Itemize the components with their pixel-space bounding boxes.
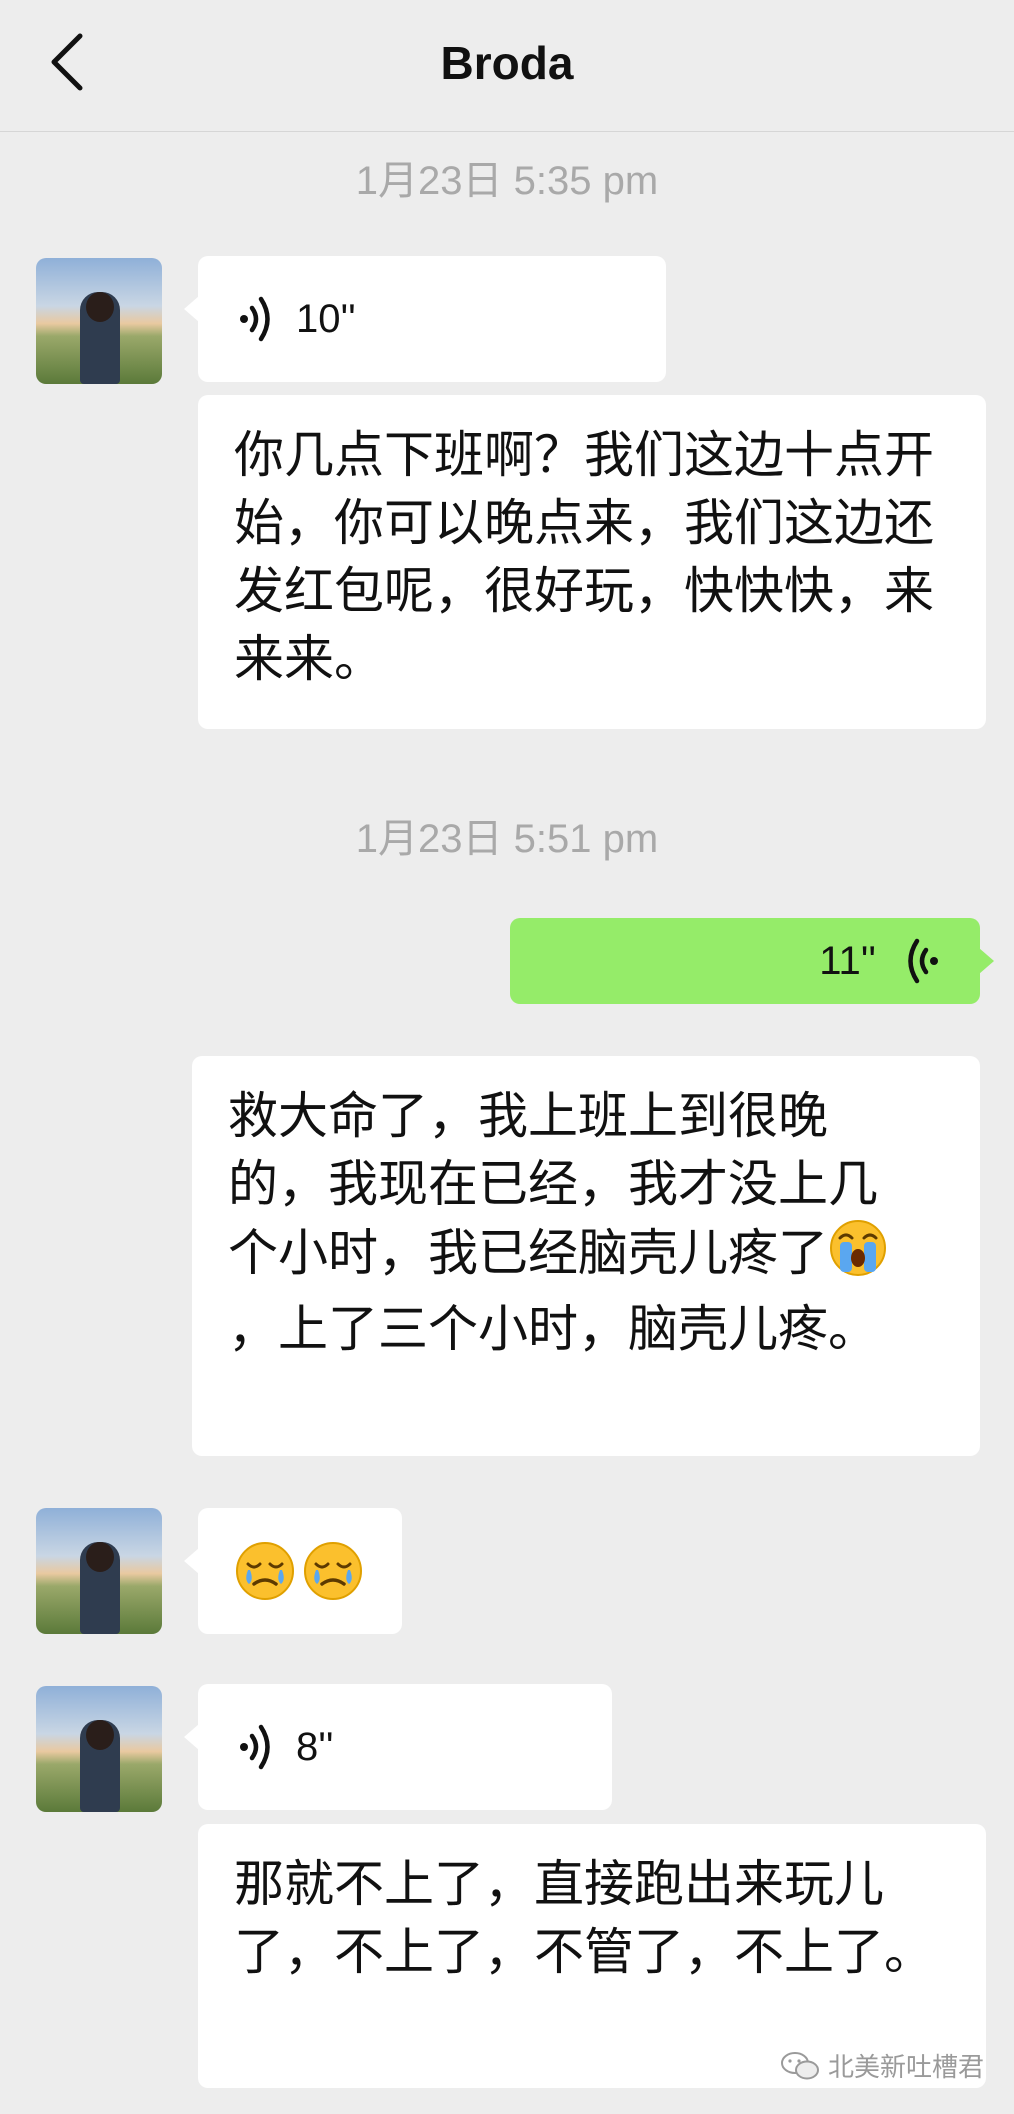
- voice-wave-icon: [240, 296, 270, 342]
- transcript-bubble[interactable]: 救大命了，我上班上到很晚的，我现在已经，我才没上几个小时，我已经脑壳儿疼了 ，上…: [192, 1056, 980, 1456]
- voice-wave-icon: [908, 938, 938, 984]
- emoji-message-bubble[interactable]: [184, 1508, 402, 1634]
- contact-avatar[interactable]: [36, 258, 162, 384]
- message-text-part: ，上了三个小时，脑壳儿疼。: [228, 1300, 878, 1358]
- contact-avatar[interactable]: [36, 1686, 162, 1812]
- voice-duration: 11'': [819, 939, 876, 983]
- text-message-bubble[interactable]: 你几点下班啊？我们这边十点开始，你可以晚点来，我们这边还发红包呢，很好玩，快快快…: [198, 395, 986, 729]
- chat-title: Broda: [440, 37, 574, 89]
- face-holding-back-tears-icon: [234, 1540, 296, 1619]
- message-text: 救大命了，我上班上到很晚的，我现在已经，我才没上几个小时，我已经脑壳儿疼了 ，上…: [228, 1082, 918, 1363]
- loudly-crying-face-icon: [828, 1218, 888, 1295]
- voice-duration: 8'': [296, 1725, 334, 1769]
- message-text-part: 救大命了，我上班上到很晚的，我现在已经，我才没上几个小时，我已经脑壳儿疼了: [228, 1087, 878, 1282]
- watermark: 北美新吐槽君: [780, 2047, 984, 2084]
- watermark-text: 北美新吐槽君: [827, 2053, 984, 2083]
- sent-voice-message-bubble[interactable]: 11'': [510, 918, 994, 1004]
- voice-message-bubble[interactable]: 8'': [184, 1684, 612, 1810]
- voice-duration: 10'': [296, 297, 356, 341]
- voice-message-bubble[interactable]: 10'': [184, 256, 666, 382]
- face-holding-back-tears-icon: [302, 1540, 364, 1619]
- message-text: 你几点下班啊？我们这边十点开始，你可以晚点来，我们这边还发红包呢，很好玩，快快快…: [234, 426, 934, 688]
- voice-wave-icon: [240, 1724, 270, 1770]
- contact-avatar[interactable]: [36, 1508, 162, 1634]
- message-timestamp: 1月23日 5:35 pm: [355, 159, 659, 203]
- nav-bar: Broda: [0, 0, 1014, 132]
- wechat-icon: [780, 2051, 819, 2079]
- message-timestamp: 1月23日 5:51 pm: [355, 817, 659, 861]
- message-text: 那就不上了，直接跑出来玩儿了，不上了，不管了，不上了。: [234, 1855, 934, 1981]
